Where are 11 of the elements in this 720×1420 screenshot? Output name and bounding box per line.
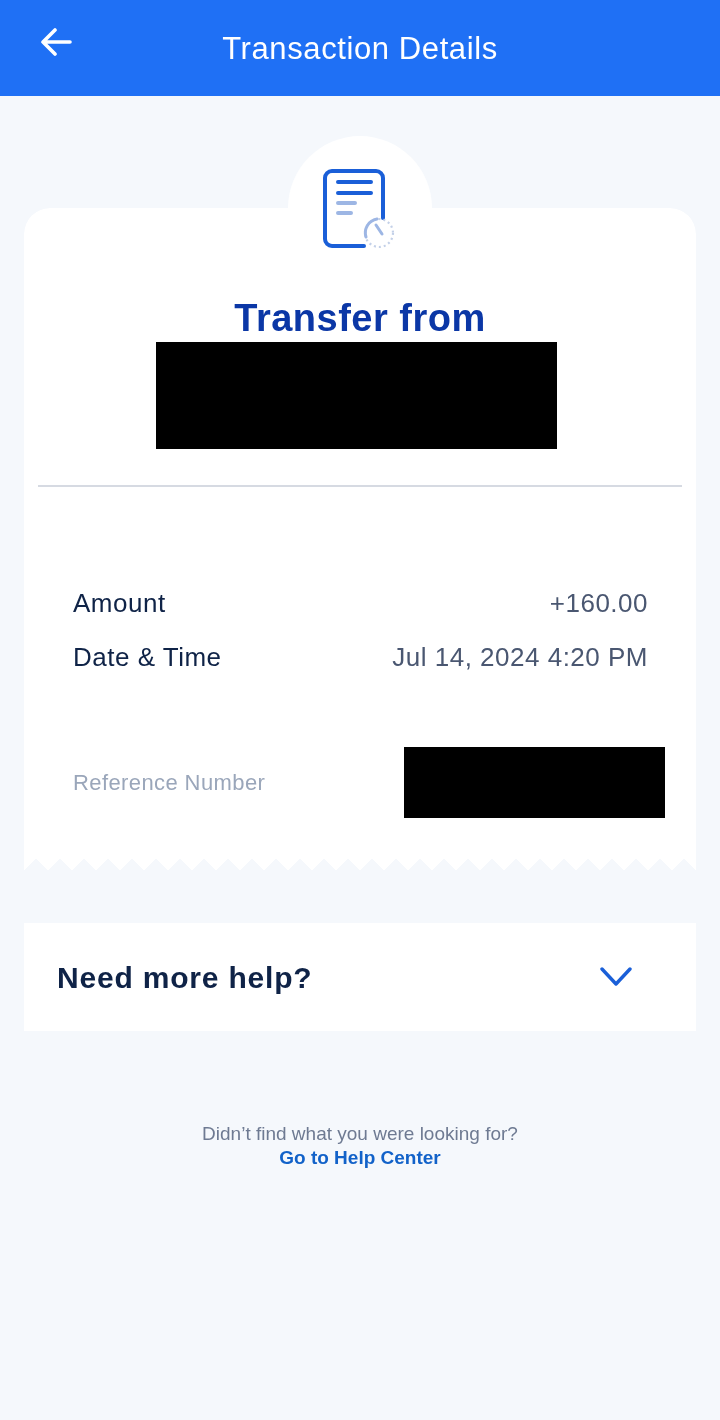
receipt-title: Transfer from (233, 296, 487, 340)
help-accordion-header[interactable]: Need more help? (24, 923, 696, 1031)
help-prompt-text: Didn’t find what you were looking for? (202, 1122, 518, 1146)
reference-label: Reference Number (73, 769, 266, 797)
detail-value: +160.00 (549, 586, 648, 620)
detail-label: Date & Time (73, 640, 222, 674)
detail-value: Jul 14, 2024 4:20 PM (392, 640, 648, 674)
arrow-left-icon (40, 28, 72, 56)
screen-title: Transaction Details (222, 32, 498, 64)
help-center-link[interactable]: Go to Help Center (279, 1146, 441, 1170)
detail-label: Amount (73, 586, 166, 620)
